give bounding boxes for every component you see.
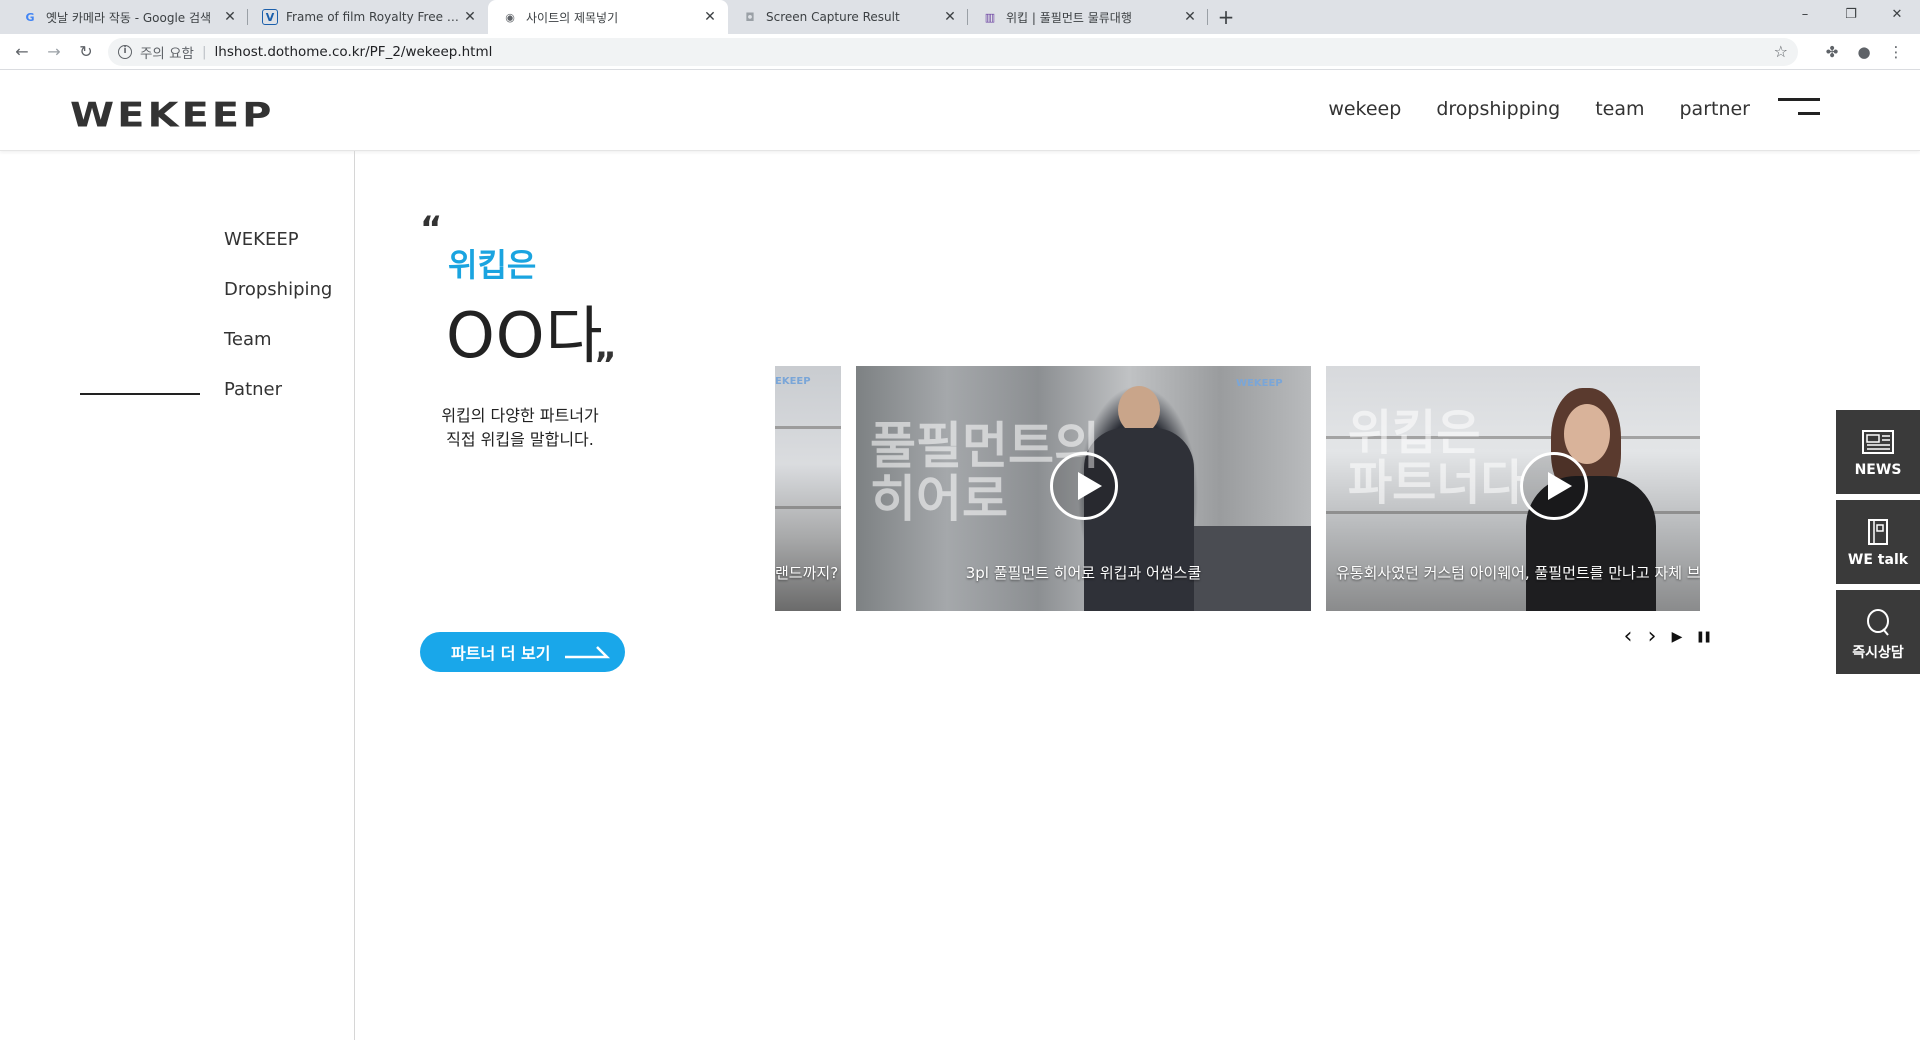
side-menu: WEKEEP Dropshiping Team Patner (0, 151, 355, 1040)
hamburger-line (1778, 98, 1820, 101)
quick-consult-button[interactable]: 즉시상담 (1836, 590, 1920, 674)
quick-news-button[interactable]: NEWS (1836, 410, 1920, 494)
url-text[interactable]: lhshost.dothome.co.kr/PF_2/wekeep.html (215, 44, 493, 60)
wekeep-watermark: WEKEEP (1236, 378, 1283, 389)
tab-title: 옛날 카메라 작동 - Google 검색 (46, 10, 212, 25)
close-icon[interactable]: ✕ (942, 9, 958, 25)
person-head-shape (1564, 404, 1610, 464)
close-icon[interactable]: ✕ (702, 9, 718, 25)
vector-favicon-icon: V (262, 9, 278, 25)
bookmark-star-icon[interactable]: ☆ (1774, 42, 1788, 61)
active-indicator-line (80, 393, 200, 395)
browser-tab-bar: G 옛날 카메라 작동 - Google 검색 ✕ V Frame of fil… (0, 0, 1920, 34)
tab-title: Screen Capture Result (766, 10, 900, 24)
video-slider: EKEEP 랜드까지? WEKEEP 풀필먼트의 히어로 3pl 풀필먼트 히어… (775, 366, 1700, 611)
news-icon (1862, 430, 1894, 454)
side-item-dropshiping[interactable]: Dropshiping (224, 279, 332, 300)
slider-next-icon[interactable]: › (1643, 626, 1661, 648)
browser-tab[interactable]: V Frame of film Royalty Free Vecto ✕ (248, 0, 488, 34)
nav-item-team[interactable]: team (1595, 98, 1644, 120)
browser-tab-active[interactable]: ◉ 사이트의 제목넣기 ✕ (488, 0, 728, 34)
browser-tab[interactable]: ▥ 위킵 | 풀필먼트 물류대행 ✕ (968, 0, 1208, 34)
nav-item-partner[interactable]: partner (1679, 98, 1750, 120)
info-icon[interactable]: i (118, 45, 132, 59)
quick-consult-label: 즉시상담 (1852, 645, 1904, 661)
close-quote-mark: ” (594, 345, 617, 385)
slider-pause-icon[interactable]: ❚❚ (1694, 628, 1712, 646)
video-slide[interactable]: WEKEEP 풀필먼트의 히어로 3pl 풀필먼트 히어로 위킵과 어썸스쿨 (856, 366, 1311, 611)
description: 위킵의 다양한 파트너가 직접 위킵을 말합니다. (410, 404, 630, 452)
browser-tab[interactable]: G 옛날 카메라 작동 - Google 검색 ✕ (8, 0, 248, 34)
close-icon[interactable]: ✕ (222, 9, 238, 25)
globe-favicon-icon: ◉ (505, 10, 515, 24)
close-icon[interactable]: ✕ (1182, 9, 1198, 25)
camera-favicon-icon: ◘ (745, 10, 755, 24)
slider-prev-icon[interactable]: ‹ (1619, 626, 1637, 648)
brand-heading: 위킵은 (448, 246, 537, 284)
tab-title: Frame of film Royalty Free Vecto (286, 10, 462, 24)
long-arrow-icon (565, 646, 610, 659)
tab-title: 위킵 | 풀필먼트 물류대행 (1006, 10, 1132, 25)
back-arrow-icon[interactable]: ← (10, 40, 34, 64)
video-caption: 랜드까지? (775, 564, 839, 582)
tab-divider (1207, 9, 1208, 25)
person-head-shape (1118, 386, 1160, 434)
browser-toolbar: ← → ↻ i 주의 요함 | lhshost.dothome.co.kr/PF… (0, 34, 1920, 70)
video-slide[interactable]: 위킵은 파트너다 유통회사였던 커스텀 아이웨어, 풀필먼트를 만나고 자체 브 (1326, 366, 1700, 611)
hamburger-menu-icon[interactable] (1778, 98, 1820, 120)
quick-wetalk-label: WE talk (1847, 552, 1909, 568)
shelf-line (775, 426, 841, 429)
browser-tab[interactable]: ◘ Screen Capture Result ✕ (728, 0, 968, 34)
description-line: 직접 위킵을 말합니다. (446, 430, 594, 449)
wekeep-watermark: EKEEP (775, 376, 811, 387)
extensions-puzzle-icon[interactable]: ✤ (1820, 40, 1844, 64)
site-header: WEKEEP wekeep dropshipping team partner (0, 70, 1920, 151)
play-icon[interactable] (1050, 452, 1118, 520)
maximize-button[interactable]: ❐ (1828, 0, 1874, 30)
reload-icon[interactable]: ↻ (74, 40, 98, 64)
address-divider: | (201, 44, 207, 60)
forward-arrow-icon[interactable]: → (42, 40, 66, 64)
wekeep-favicon-icon: ▥ (984, 10, 996, 24)
side-item-wekeep[interactable]: WEKEEP (224, 229, 299, 250)
nav-item-dropshipping[interactable]: dropshipping (1436, 98, 1560, 120)
address-bar[interactable]: i 주의 요함 | lhshost.dothome.co.kr/PF_2/wek… (108, 38, 1798, 66)
book-icon (1868, 519, 1888, 545)
minimize-button[interactable]: – (1782, 0, 1828, 30)
side-item-patner[interactable]: Patner (224, 379, 282, 400)
more-partners-label: 파트너 더 보기 (451, 644, 551, 663)
description-line: 위킵의 다양한 파트너가 (441, 406, 599, 425)
site-logo[interactable]: WEKEEP (70, 96, 274, 135)
more-vert-icon[interactable]: ⋮ (1884, 40, 1908, 64)
google-favicon-icon: G (25, 10, 35, 24)
video-slide[interactable]: EKEEP 랜드까지? (775, 366, 841, 611)
quick-news-label: NEWS (1854, 462, 1902, 478)
slide-overlay-text: 위킵은 파트너다 (1348, 405, 1525, 512)
profile-avatar-icon[interactable]: ● (1852, 40, 1876, 64)
hamburger-line (1798, 112, 1820, 115)
nav-item-wekeep[interactable]: wekeep (1328, 98, 1401, 120)
video-caption: 3pl 풀필먼트 히어로 위킵과 어썸스쿨 (965, 564, 1202, 582)
more-partners-button[interactable]: 파트너 더 보기 (420, 632, 625, 672)
tab-title: 사이트의 제목넣기 (526, 10, 619, 25)
close-icon[interactable]: ✕ (462, 9, 478, 25)
security-label: 주의 요함 (140, 46, 194, 62)
chat-bubble-icon (1867, 609, 1889, 636)
video-caption: 유통회사였던 커스텀 아이웨어, 풀필먼트를 만나고 자체 브 (1336, 564, 1700, 582)
slider-play-icon[interactable]: ▶ (1668, 628, 1686, 646)
quick-wetalk-button[interactable]: WE talk (1836, 500, 1920, 584)
side-item-team[interactable]: Team (224, 329, 272, 350)
main-nav: wekeep dropshipping team partner (1328, 98, 1750, 120)
shelf-line (775, 506, 841, 509)
headline: OO다 (446, 299, 604, 372)
window-close-button[interactable]: ✕ (1874, 0, 1920, 30)
new-tab-button[interactable]: + (1212, 4, 1240, 30)
open-quote-mark: “ (420, 209, 443, 249)
play-icon[interactable] (1520, 452, 1588, 520)
